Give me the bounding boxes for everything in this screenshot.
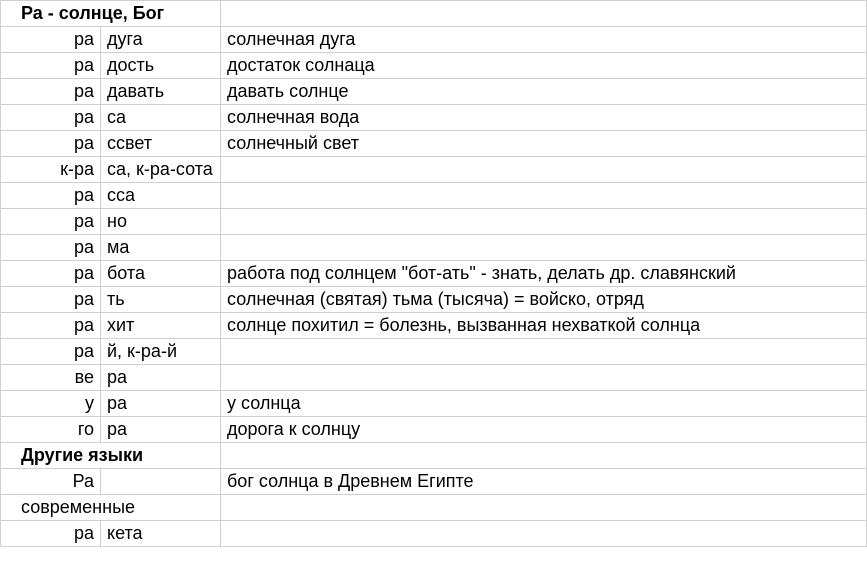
table-row: горадорога к солнцу [1,417,867,443]
table-row: радугасолнечная дуга [1,27,867,53]
cell-meaning [221,157,867,183]
cell-suffix: ссвет [101,131,221,157]
cell-meaning: работа под солнцем "бот-ать" - знать, де… [221,261,867,287]
table-row: расса [1,183,867,209]
cell-prefix: Ра - солнце, Бог [1,1,221,27]
cell-suffix: хит [101,313,221,339]
cell-suffix: са, к-ра-сота [101,157,221,183]
cell-meaning: солнце похитил = болезнь, вызванная нехв… [221,313,867,339]
cell-meaning [221,209,867,235]
cell-prefix: ра [1,261,101,287]
cell-prefix: современные [1,495,221,521]
cell-prefix: ра [1,105,101,131]
cell-suffix: ра [101,365,221,391]
cell-meaning: давать солнце [221,79,867,105]
cell-meaning: солнечная дуга [221,27,867,53]
cell-suffix: са [101,105,221,131]
cell-meaning [221,521,867,547]
cell-suffix: давать [101,79,221,105]
cell-meaning [221,365,867,391]
cell-meaning [221,235,867,261]
cell-prefix: у [1,391,101,417]
cell-prefix: ра [1,339,101,365]
table-row: современные [1,495,867,521]
cell-meaning [221,495,867,521]
cell-prefix: ра [1,131,101,157]
table-row: работаработа под солнцем "бот-ать" - зна… [1,261,867,287]
table-row: радостьдостаток солнаца [1,53,867,79]
cell-prefix: ра [1,287,101,313]
cell-suffix: ра [101,417,221,443]
cell-prefix: ра [1,235,101,261]
cell-suffix: сса [101,183,221,209]
etymology-table: Ра - солнце, Боградугасолнечная дугарадо… [0,0,867,547]
table-row: ракета [1,521,867,547]
table-row: расасолнечная вода [1,105,867,131]
cell-meaning: солнечная вода [221,105,867,131]
table-row: рассветсолнечный свет [1,131,867,157]
table-row: Ра - солнце, Бог [1,1,867,27]
table-row: рай, к-ра-й [1,339,867,365]
cell-suffix [101,469,221,495]
cell-meaning: у солнца [221,391,867,417]
cell-meaning: достаток солнаца [221,53,867,79]
table-row: рано [1,209,867,235]
cell-prefix: Другие языки [1,443,221,469]
cell-suffix: ма [101,235,221,261]
cell-prefix: ра [1,209,101,235]
table-row: урау солнца [1,391,867,417]
cell-prefix: к-ра [1,157,101,183]
cell-suffix: ть [101,287,221,313]
cell-suffix: дуга [101,27,221,53]
cell-meaning [221,339,867,365]
cell-meaning: солнечный свет [221,131,867,157]
cell-meaning [221,443,867,469]
cell-prefix: ра [1,79,101,105]
cell-prefix: ра [1,313,101,339]
cell-meaning [221,1,867,27]
cell-meaning: солнечная (святая) тьма (тысяча) = войск… [221,287,867,313]
table-row: рама [1,235,867,261]
cell-prefix: го [1,417,101,443]
table-row: к-раса, к-ра-сота [1,157,867,183]
table-row: рахитсолнце похитил = болезнь, вызванная… [1,313,867,339]
cell-meaning [221,183,867,209]
cell-meaning: дорога к солнцу [221,417,867,443]
table-row: Другие языки [1,443,867,469]
cell-prefix: Ра [1,469,101,495]
cell-prefix: ра [1,27,101,53]
table-row: Ра бог солнца в Древнем Египте [1,469,867,495]
table-row: радаватьдавать солнце [1,79,867,105]
cell-prefix: ве [1,365,101,391]
cell-suffix: кета [101,521,221,547]
cell-prefix: ра [1,183,101,209]
cell-suffix: дость [101,53,221,79]
table-row: ратьсолнечная (святая) тьма (тысяча) = в… [1,287,867,313]
cell-suffix: но [101,209,221,235]
table-row: вера [1,365,867,391]
cell-meaning: бог солнца в Древнем Египте [221,469,867,495]
cell-suffix: ра [101,391,221,417]
cell-prefix: ра [1,53,101,79]
cell-suffix: бота [101,261,221,287]
cell-suffix: й, к-ра-й [101,339,221,365]
cell-prefix: ра [1,521,101,547]
